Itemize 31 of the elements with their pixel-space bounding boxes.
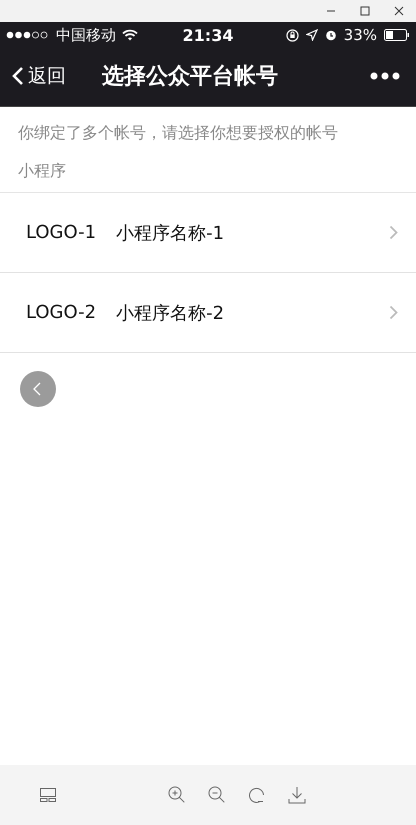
page-title: 选择公众平台帐号 [102, 63, 279, 91]
signal-icon [6, 31, 50, 39]
rotation-lock-icon [286, 28, 299, 42]
back-icon[interactable] [20, 371, 56, 407]
wifi-icon [122, 29, 138, 41]
chevron-right-icon [389, 225, 398, 240]
logo-label: LOGO-1 [26, 222, 96, 243]
carrier-name: 中国移动 [56, 26, 116, 44]
section-title: 小程序 [0, 157, 416, 193]
rotate-icon[interactable] [248, 786, 266, 804]
layout-icon[interactable] [40, 788, 56, 802]
location-arrow-icon [306, 29, 318, 41]
zoom-out-icon[interactable] [208, 786, 226, 804]
account-row[interactable]: LOGO-1 小程序名称-1 [0, 193, 416, 273]
clock-time: 21:34 [182, 26, 234, 44]
alarm-icon [324, 29, 337, 41]
download-icon[interactable] [288, 786, 306, 804]
battery-icon [384, 29, 410, 41]
more-icon[interactable] [370, 72, 400, 80]
back-button[interactable]: 返回 [12, 63, 66, 89]
zoom-in-icon[interactable] [168, 786, 186, 804]
account-name: 小程序名称-2 [116, 302, 226, 324]
chevron-right-icon [389, 305, 398, 320]
instruction-text: 你绑定了多个帐号，请选择你想要授权的帐号 [17, 122, 339, 144]
close-icon[interactable] [394, 6, 404, 16]
account-row[interactable]: LOGO-2 小程序名称-2 [0, 273, 416, 353]
chevron-left-icon [12, 66, 24, 86]
account-name: 小程序名称-1 [116, 222, 226, 244]
battery-percent: 33% [344, 26, 377, 44]
maximize-icon[interactable] [360, 6, 370, 16]
logo-label: LOGO-2 [26, 302, 96, 323]
